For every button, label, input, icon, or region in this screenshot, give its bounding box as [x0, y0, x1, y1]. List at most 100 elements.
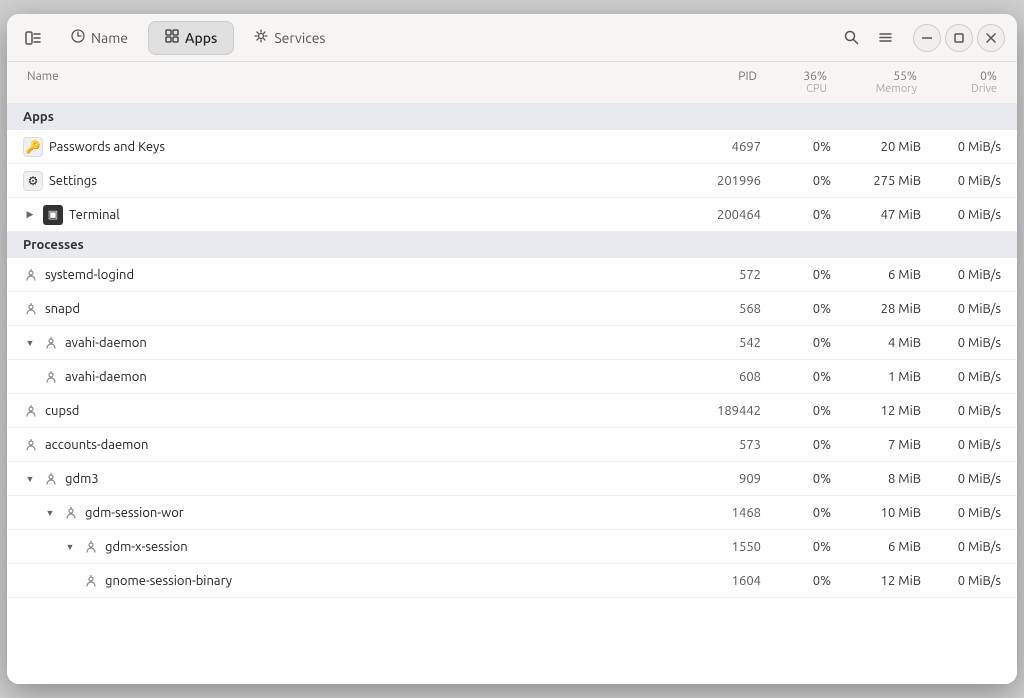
- drive-gnome-session-binary: 0 MiB/s: [921, 574, 1001, 588]
- memory-gnome-session-binary: 12 MiB: [831, 574, 921, 588]
- close-button[interactable]: [977, 24, 1005, 52]
- titlebar-left: Name Apps: [19, 21, 342, 55]
- cpu-gdm3: 0%: [761, 472, 831, 486]
- memory-passwords: 20 MiB: [831, 140, 921, 154]
- memory-avahi-child: 1 MiB: [831, 370, 921, 384]
- pid-snapd: 568: [671, 302, 761, 316]
- terminal-icon: ▣: [43, 205, 63, 225]
- drive-gdm-x-session: 0 MiB/s: [921, 540, 1001, 554]
- process-icon: [43, 335, 59, 351]
- minimize-button[interactable]: [913, 24, 941, 52]
- process-label: gdm3: [65, 472, 99, 486]
- tab-apps[interactable]: Apps: [148, 21, 234, 55]
- cpu-terminal: 0%: [761, 208, 831, 222]
- table-row[interactable]: ▼ gdm3 909 0% 8 MiB 0 MiB/s: [7, 462, 1017, 496]
- process-name-snapd: snapd: [23, 301, 671, 317]
- settings-icon: ⚙: [23, 171, 43, 191]
- process-name-accounts-daemon: accounts-daemon: [23, 437, 671, 453]
- content-area: Name PID 36%CPU 55%Memory 0%Drive Apps 🔑…: [7, 62, 1017, 684]
- table-row[interactable]: ⚙ Settings 201996 0% 275 MiB 0 MiB/s: [7, 164, 1017, 198]
- section-processes-label: Processes: [23, 238, 671, 252]
- cpu-settings: 0%: [761, 174, 831, 188]
- pid-cupsd: 189442: [671, 404, 761, 418]
- expand-gdm-session-icon[interactable]: ▼: [43, 506, 57, 520]
- tab-services[interactable]: Services: [238, 21, 341, 55]
- process-label: gdm-session-wor: [85, 506, 184, 520]
- process-icon: [23, 437, 39, 453]
- process-icon: [23, 267, 39, 283]
- cpu-cupsd: 0%: [761, 404, 831, 418]
- search-button[interactable]: [837, 24, 865, 52]
- drive-avahi-child: 0 MiB/s: [921, 370, 1001, 384]
- table-row[interactable]: avahi-daemon 608 0% 1 MiB 0 MiB/s: [7, 360, 1017, 394]
- process-name-gdm3: ▼ gdm3: [23, 471, 671, 487]
- process-name-settings: ⚙ Settings: [23, 171, 671, 191]
- table-header: Name PID 36%CPU 55%Memory 0%Drive: [7, 62, 1017, 104]
- drive-gdm3: 0 MiB/s: [921, 472, 1001, 486]
- table-row[interactable]: ▶ ▣ Terminal 200464 0% 47 MiB 0 MiB/s: [7, 198, 1017, 232]
- table-row[interactable]: cupsd 189442 0% 12 MiB 0 MiB/s: [7, 394, 1017, 428]
- col-memory: 55%Memory: [831, 66, 921, 99]
- passwords-icon: 🔑: [23, 137, 43, 157]
- tab-performance[interactable]: Name: [55, 21, 144, 55]
- memory-systemd-logind: 6 MiB: [831, 268, 921, 282]
- expand-terminal-icon[interactable]: ▶: [23, 208, 37, 222]
- expand-gdm-x-icon[interactable]: ▼: [63, 540, 77, 554]
- expand-avahi-icon[interactable]: ▼: [23, 336, 37, 350]
- process-name-gdm-session-wor: ▼ gdm-session-wor: [23, 505, 671, 521]
- table-row[interactable]: 🔑 Passwords and Keys 4697 0% 20 MiB 0 Mi…: [7, 130, 1017, 164]
- col-drive: 0%Drive: [921, 66, 1001, 99]
- pid-systemd-logind: 572: [671, 268, 761, 282]
- drive-terminal: 0 MiB/s: [921, 208, 1001, 222]
- process-label: systemd-logind: [45, 268, 134, 282]
- cpu-gdm-session-wor: 0%: [761, 506, 831, 520]
- process-label: avahi-daemon: [65, 370, 147, 384]
- services-icon: [254, 29, 268, 46]
- process-label: Passwords and Keys: [49, 140, 165, 154]
- cpu-systemd-logind: 0%: [761, 268, 831, 282]
- col-cpu: 36%CPU: [761, 66, 831, 99]
- table-row[interactable]: ▼ gdm-x-session 1550 0% 6 MiB 0 MiB/s: [7, 530, 1017, 564]
- maximize-button[interactable]: [945, 24, 973, 52]
- process-name-avahi-daemon-child: avahi-daemon: [23, 369, 671, 385]
- process-icon: [83, 573, 99, 589]
- table-row[interactable]: systemd-logind 572 0% 6 MiB 0 MiB/s: [7, 258, 1017, 292]
- table-row[interactable]: gnome-session-binary 1604 0% 12 MiB 0 Mi…: [7, 564, 1017, 598]
- sidebar-toggle-button[interactable]: [19, 24, 47, 52]
- process-label: gdm-x-session: [105, 540, 188, 554]
- pid-gdm-session-wor: 1468: [671, 506, 761, 520]
- titlebar: Name Apps: [7, 14, 1017, 62]
- drive-gdm-session-wor: 0 MiB/s: [921, 506, 1001, 520]
- tab-bar: Name Apps: [55, 21, 342, 55]
- process-name-passwords: 🔑 Passwords and Keys: [23, 137, 671, 157]
- drive-passwords: 0 MiB/s: [921, 140, 1001, 154]
- table-row[interactable]: accounts-daemon 573 0% 7 MiB 0 MiB/s: [7, 428, 1017, 462]
- process-name-terminal: ▶ ▣ Terminal: [23, 205, 671, 225]
- pid-settings: 201996: [671, 174, 761, 188]
- process-name-cupsd: cupsd: [23, 403, 671, 419]
- menu-button[interactable]: [871, 24, 899, 52]
- section-apps-label: Apps: [23, 110, 671, 124]
- table-row[interactable]: snapd 568 0% 28 MiB 0 MiB/s: [7, 292, 1017, 326]
- pid-gdm3: 909: [671, 472, 761, 486]
- process-icon: [43, 369, 59, 385]
- process-label: snapd: [45, 302, 80, 316]
- process-label: accounts-daemon: [45, 438, 148, 452]
- pid-accounts-daemon: 573: [671, 438, 761, 452]
- cpu-avahi: 0%: [761, 336, 831, 350]
- process-label: Terminal: [69, 208, 120, 222]
- expand-gdm3-icon[interactable]: ▼: [23, 472, 37, 486]
- tab-apps-label: Apps: [185, 30, 217, 46]
- process-icon: [63, 505, 79, 521]
- pid-passwords: 4697: [671, 140, 761, 154]
- cpu-gdm-x-session: 0%: [761, 540, 831, 554]
- process-label: avahi-daemon: [65, 336, 147, 350]
- drive-avahi: 0 MiB/s: [921, 336, 1001, 350]
- table-row[interactable]: ▼ avahi-daemon 542 0% 4 MiB 0 MiB/s: [7, 326, 1017, 360]
- memory-accounts-daemon: 7 MiB: [831, 438, 921, 452]
- table-row[interactable]: ▼ gdm-session-wor 1468 0% 10 MiB 0 MiB/s: [7, 496, 1017, 530]
- apps-icon: [165, 29, 179, 46]
- pid-avahi-child: 608: [671, 370, 761, 384]
- process-name-gdm-x-session: ▼ gdm-x-session: [23, 539, 671, 555]
- drive-snapd: 0 MiB/s: [921, 302, 1001, 316]
